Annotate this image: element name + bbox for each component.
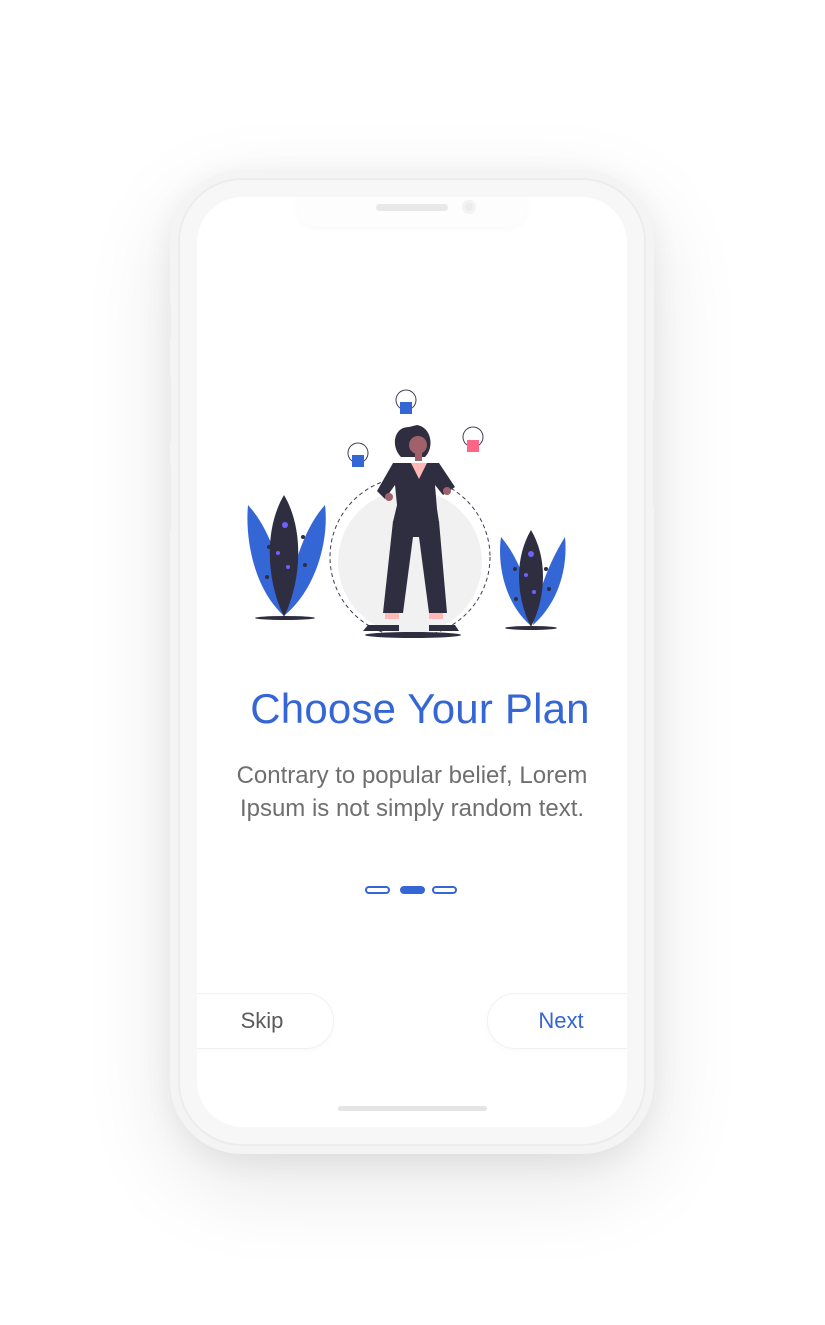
- page-dot-1[interactable]: [365, 886, 390, 894]
- canvas: Choose Your Plan Contrary to popular bel…: [0, 0, 825, 1325]
- speaker-grille: [376, 204, 448, 211]
- onboarding-illustration: [247, 389, 566, 638]
- page-title: Choose Your Plan: [250, 685, 590, 732]
- shirt-icon: [347, 442, 369, 467]
- front-camera: [462, 200, 476, 214]
- volume-down-button: [166, 464, 171, 532]
- page-indicator: [365, 886, 465, 898]
- notch: [297, 197, 527, 227]
- page-description: Contrary to popular belief, Lorem Ipsum …: [236, 762, 588, 822]
- phone-screen: Choose Your Plan Contrary to popular bel…: [197, 197, 627, 1127]
- volume-up-button: [166, 376, 171, 444]
- page-dot-3[interactable]: [432, 886, 457, 894]
- power-button: [653, 398, 658, 508]
- shirt-icon: [395, 389, 417, 414]
- home-indicator[interactable]: [338, 1106, 487, 1111]
- left-plant: [247, 495, 326, 620]
- shirt-icon: [462, 426, 484, 452]
- next-button-label: Next: [538, 1008, 584, 1033]
- skip-button-label: Skip: [240, 1008, 284, 1033]
- next-button[interactable]: Next: [488, 994, 627, 1048]
- skip-button[interactable]: Skip: [197, 994, 333, 1048]
- page-dot-2-active[interactable]: [400, 886, 425, 894]
- silent-switch: [166, 304, 171, 340]
- right-plant: [500, 530, 566, 630]
- phone-mockup: Choose Your Plan Contrary to popular bel…: [166, 170, 658, 1154]
